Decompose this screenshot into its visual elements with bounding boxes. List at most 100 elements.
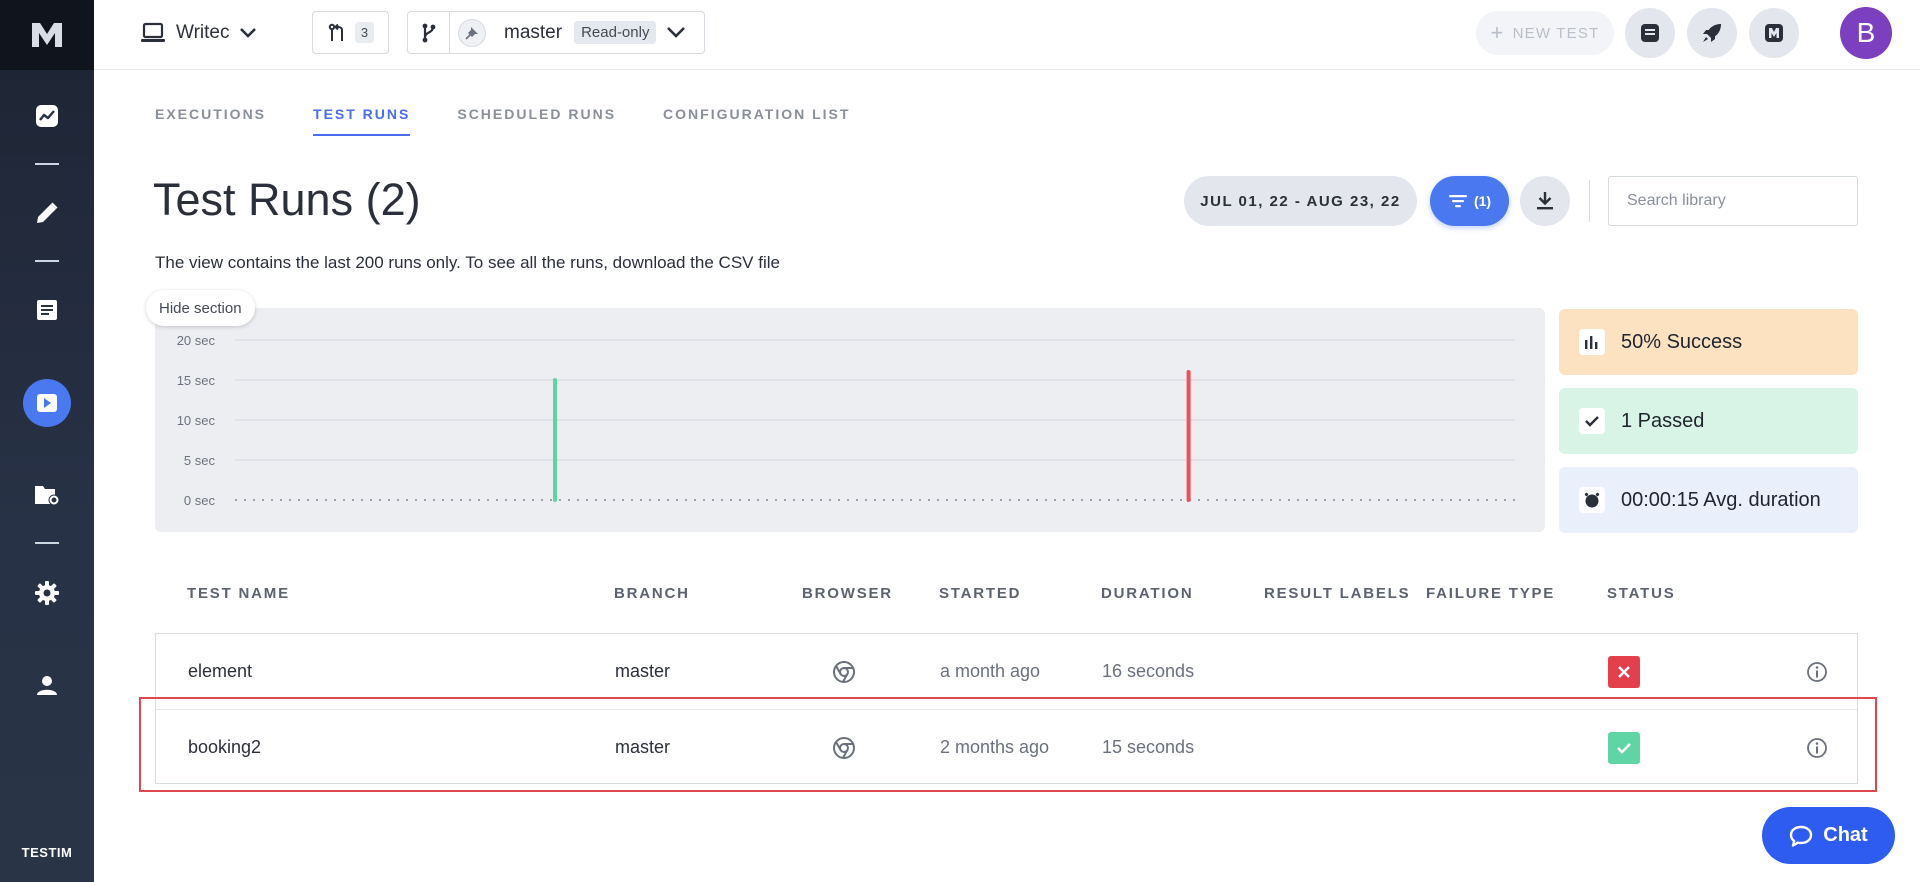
toolbar-divider <box>1589 180 1590 222</box>
chevron-down-icon <box>240 28 257 38</box>
y-tick-label: 5 sec <box>184 453 216 468</box>
row-info[interactable] <box>1806 634 1828 709</box>
download-icon <box>1537 192 1553 210</box>
column-header-browser[interactable]: BROWSER <box>802 585 893 602</box>
passed-count-card: 1 Passed <box>1559 388 1858 454</box>
column-header-failure-type[interactable]: FAILURE TYPE <box>1426 585 1555 602</box>
date-range-picker[interactable]: JUL 01, 22 - AUG 23, 22 <box>1184 176 1417 226</box>
tab-bar: EXECUTIONS TEST RUNS SCHEDULED RUNS CONF… <box>155 106 850 136</box>
test-name-cell[interactable]: booking2 <box>188 710 261 785</box>
duration-cell: 15 seconds <box>1102 737 1195 757</box>
document-icon <box>1641 24 1659 42</box>
pull-requests-button[interactable]: 3 <box>312 11 389 54</box>
search-input[interactable] <box>1608 176 1858 226</box>
table-row[interactable]: element master a month ago 16 seconds <box>156 634 1857 709</box>
sidebar: TESTIM <box>0 0 94 882</box>
table-header: TEST NAME BRANCH BROWSER STARTED DURATIO… <box>155 585 1858 605</box>
folder-settings-icon <box>35 486 60 506</box>
testim-app-button[interactable] <box>1749 8 1799 58</box>
sidebar-item-runs[interactable] <box>23 379 71 427</box>
close-icon <box>1618 665 1630 678</box>
started-cell: 2 months ago <box>940 737 1050 757</box>
new-test-label: NEW TEST <box>1512 24 1600 42</box>
chrome-icon <box>833 660 855 683</box>
rocket-icon <box>1703 24 1721 42</box>
pin-button[interactable] <box>458 18 486 47</box>
column-header-status[interactable]: STATUS <box>1607 585 1676 602</box>
chat-label: Chat <box>1823 824 1868 846</box>
branch-name: master <box>504 21 563 43</box>
sidebar-item-dashboard[interactable] <box>23 92 71 140</box>
branch-cell: master <box>615 661 671 681</box>
column-header-branch[interactable]: BRANCH <box>614 585 690 602</box>
avatar[interactable]: B <box>1840 7 1892 59</box>
status-passed-badge[interactable] <box>1608 731 1640 764</box>
browser-cell <box>832 710 856 785</box>
chrome-icon <box>833 736 855 759</box>
tab-test-runs[interactable]: TEST RUNS <box>313 106 411 136</box>
filter-count: (1) <box>1473 193 1492 209</box>
info-icon <box>1807 661 1827 682</box>
testim-logo[interactable] <box>0 0 94 70</box>
sidebar-item-settings-folder[interactable] <box>23 471 71 519</box>
pencil-icon <box>37 202 58 223</box>
branch-selector[interactable]: master Read-only <box>407 11 705 54</box>
column-header-test-name[interactable]: TEST NAME <box>187 585 290 602</box>
project-selector[interactable]: Writec <box>140 13 257 53</box>
passed-count-text: 1 Passed <box>1621 409 1705 432</box>
sidebar-item-settings[interactable] <box>23 569 71 617</box>
tab-configuration-list[interactable]: CONFIGURATION LIST <box>663 106 850 136</box>
row-info[interactable] <box>1806 710 1828 785</box>
tab-executions[interactable]: EXECUTIONS <box>155 106 266 136</box>
check-icon <box>1579 408 1605 434</box>
y-tick-label: 0 sec <box>184 493 216 508</box>
sidebar-divider <box>35 542 59 544</box>
column-header-started[interactable]: STARTED <box>939 585 1021 602</box>
branch-cell: master <box>615 737 671 757</box>
y-tick-label: 15 sec <box>177 373 216 388</box>
branch-dropdown[interactable] <box>666 26 686 39</box>
info-icon <box>1807 737 1827 758</box>
hide-section-button[interactable]: Hide section <box>146 290 255 326</box>
runs-limit-note: The view contains the last 200 runs only… <box>155 253 780 272</box>
test-name-cell[interactable]: element <box>188 634 252 709</box>
avg-duration-text: 00:00:15 Avg. duration <box>1621 488 1821 511</box>
download-csv-button[interactable] <box>1520 176 1570 226</box>
play-icon <box>37 394 57 412</box>
chevron-down-icon <box>667 27 686 38</box>
chat-button[interactable]: Chat <box>1762 807 1895 864</box>
status-cell <box>1608 634 1640 709</box>
new-test-button[interactable]: + NEW TEST <box>1476 11 1614 55</box>
avg-duration-card: 00:00:15 Avg. duration <box>1559 467 1858 533</box>
duration-cell: 16 seconds <box>1102 661 1195 681</box>
bar-chart-icon <box>1579 329 1605 355</box>
m-logo-icon <box>1765 24 1783 42</box>
started-cell: a month ago <box>940 661 1041 681</box>
sidebar-item-tests[interactable] <box>23 286 71 334</box>
read-only-badge: Read-only <box>574 21 657 44</box>
whats-new-button[interactable] <box>1687 8 1737 58</box>
status-cell <box>1608 710 1640 785</box>
check-icon <box>1617 742 1631 754</box>
status-failed-badge[interactable] <box>1608 655 1640 688</box>
column-header-result-labels[interactable]: RESULT LABELS <box>1264 585 1410 602</box>
sidebar-divider <box>35 163 59 165</box>
success-rate-text: 50% Success <box>1621 330 1743 353</box>
branch-icon-cell <box>408 12 450 53</box>
filter-button[interactable]: (1) <box>1430 176 1509 226</box>
table-row[interactable]: booking2 master 2 months ago 15 seconds <box>156 709 1857 784</box>
y-tick-label: 20 sec <box>177 333 216 348</box>
chat-bubble-icon <box>1790 825 1813 847</box>
filter-icon <box>1448 195 1467 208</box>
plus-icon: + <box>1490 20 1505 45</box>
dashboard-chart-icon <box>36 105 58 127</box>
tab-scheduled-runs[interactable]: SCHEDULED RUNS <box>457 106 616 136</box>
sidebar-item-account[interactable] <box>23 661 71 709</box>
page-title: Test Runs (2) <box>153 174 421 225</box>
sidebar-item-editor[interactable] <box>23 189 71 237</box>
docs-button[interactable] <box>1625 8 1675 58</box>
column-header-duration[interactable]: DURATION <box>1101 585 1193 602</box>
pull-request-icon <box>328 23 343 41</box>
project-name: Writec <box>176 22 230 43</box>
pin-icon <box>465 26 478 40</box>
